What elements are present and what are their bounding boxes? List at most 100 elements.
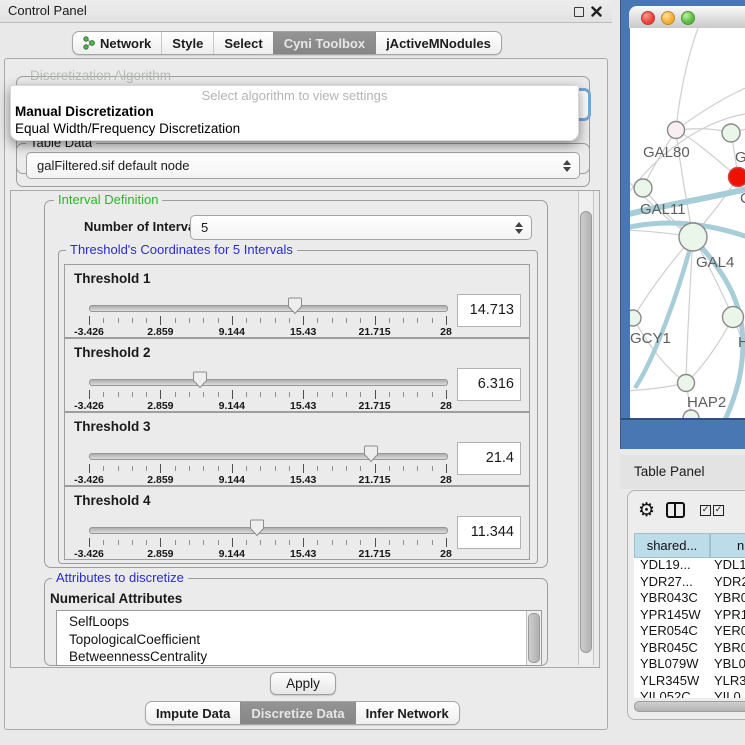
network-window-titlebar[interactable]: [629, 6, 745, 29]
column-header-name[interactable]: n: [710, 533, 745, 558]
popup-option-manual-discretization[interactable]: Manual Discretization: [15, 104, 154, 119]
tab-discretize-data[interactable]: Discretize Data: [240, 702, 354, 724]
tab-impute-data[interactable]: Impute Data: [146, 702, 240, 724]
column-header-shared-name[interactable]: shared...: [634, 533, 710, 558]
list-scrollbar[interactable]: [526, 611, 541, 665]
tick-mark: [89, 538, 90, 547]
list-item[interactable]: TopologicalCoefficient: [57, 631, 541, 649]
tick-label: -3.426: [74, 326, 104, 338]
tab-cyni-toolbox[interactable]: Cyni Toolbox: [273, 32, 375, 54]
vertical-scrollbar-thumb[interactable]: [580, 211, 592, 653]
slider-handle[interactable]: [192, 371, 208, 389]
threshold-value-field[interactable]: 21.4: [457, 442, 521, 475]
tab-select[interactable]: Select: [213, 32, 272, 54]
threshold-label: Threshold 3: [74, 419, 151, 434]
node-gal11[interactable]: [634, 179, 652, 197]
slider-track[interactable]: [89, 527, 448, 534]
close-icon[interactable]: [591, 6, 602, 17]
tick-mark: [432, 540, 433, 545]
table-row[interactable]: YLR345W YLR3: [634, 673, 745, 690]
tick-mark: [218, 318, 219, 323]
threshold-slider[interactable]: -3.4262.8599.14415.4321.71528: [89, 525, 446, 555]
node-pink[interactable]: [668, 122, 685, 139]
node-green-right[interactable]: [723, 307, 744, 328]
tick-mark: [132, 318, 133, 323]
table-row[interactable]: YBR045C YBR0: [634, 640, 745, 657]
popup-option-equal-width-frequency[interactable]: Equal Width/Frequency Discretization: [15, 121, 240, 136]
close-traffic-light-icon[interactable]: [641, 11, 655, 25]
threshold-value-field[interactable]: 11.344: [457, 516, 521, 549]
tick-mark: [132, 466, 133, 471]
table-row[interactable]: YBR043C YBR0: [634, 590, 745, 607]
table-panel-title: Table Panel: [634, 464, 705, 479]
node-hap2[interactable]: [678, 375, 695, 392]
node-gcy1[interactable]: [630, 310, 641, 326]
tab-jactivemnodules[interactable]: jActiveMNodules: [375, 32, 501, 54]
cell-shared-name: YLR345W: [640, 673, 699, 690]
threshold-slider[interactable]: -3.4262.8599.14415.4321.71528: [89, 377, 446, 407]
tick-mark: [103, 540, 104, 545]
tick-mark: [389, 466, 390, 471]
node-gal4[interactable]: [679, 223, 707, 251]
table-data-combobox[interactable]: galFiltered.sif default node: [26, 152, 580, 179]
node-label-gal11: GAL11: [640, 201, 686, 218]
tick-mark: [175, 466, 176, 471]
tick-label: 2.859: [147, 326, 173, 338]
apply-button[interactable]: Apply: [270, 672, 336, 695]
tab-network[interactable]: Network: [73, 32, 161, 54]
table-row[interactable]: YBL079W YBL0: [634, 656, 745, 673]
zoom-traffic-light-icon[interactable]: [681, 11, 695, 25]
node-bottom-clipped[interactable]: [683, 410, 699, 418]
table-row[interactable]: YDR27... YDR2: [634, 574, 745, 591]
gear-icon[interactable]: ⚙: [638, 499, 655, 521]
threshold-value: 14.713: [470, 302, 514, 318]
slider-handle[interactable]: [287, 297, 303, 315]
network-canvas[interactable]: GAL80 G. GAL11 C GAL4 GCY1 H HAP2: [630, 28, 745, 418]
table-row[interactable]: YER054C YER0: [634, 623, 745, 640]
list-scrollbar-thumb[interactable]: [528, 613, 540, 663]
tick-mark: [89, 390, 90, 399]
columns-icon[interactable]: [666, 502, 685, 518]
slider-track[interactable]: [89, 305, 448, 312]
horizontal-scrollbar-thumb[interactable]: [634, 701, 745, 712]
tick-mark: [189, 466, 190, 471]
tab-style[interactable]: Style: [161, 32, 213, 54]
tab-infer-network[interactable]: Infer Network: [355, 702, 459, 724]
node-green[interactable]: [722, 124, 740, 142]
tick-mark: [346, 540, 347, 545]
tick-label: -3.426: [74, 400, 104, 412]
network-window-frame[interactable]: GAL80 G. GAL11 C GAL4 GCY1 H HAP2: [620, 0, 745, 449]
threshold-value-field[interactable]: 6.316: [457, 368, 521, 401]
list-item[interactable]: SelfLoops: [57, 613, 541, 631]
tick-mark: [303, 464, 304, 473]
number-of-intervals-combobox[interactable]: 5: [190, 215, 532, 240]
checkbox-select-none-icon[interactable]: ✓: [713, 505, 724, 516]
table-row[interactable]: YPR145W YPR1: [634, 607, 745, 624]
tab-network-label: Network: [100, 36, 151, 51]
table-row[interactable]: YDL19... YDL1: [634, 557, 745, 574]
slider-track[interactable]: [89, 453, 448, 460]
threshold-slider[interactable]: -3.4262.8599.14415.4321.71528: [89, 303, 446, 333]
table-row[interactable]: YIL052C YIL0: [634, 689, 745, 698]
float-window-icon[interactable]: [574, 7, 584, 17]
minimize-traffic-light-icon[interactable]: [661, 11, 675, 25]
slider-scale: -3.4262.8599.14415.4321.71528: [89, 400, 446, 412]
slider-track[interactable]: [89, 379, 448, 386]
tick-mark: [132, 392, 133, 397]
threshold-slider[interactable]: -3.4262.8599.14415.4321.71528: [89, 451, 446, 481]
numerical-attributes-list[interactable]: SelfLoopsTopologicalCoefficientBetweenne…: [56, 610, 542, 666]
horizontal-scrollbar[interactable]: [634, 700, 745, 712]
cell-name: YDR2: [714, 574, 745, 591]
tick-mark: [303, 390, 304, 399]
node-table: shared... n YDL19... YDL1 YDR27... YDR2 …: [634, 533, 745, 698]
list-item[interactable]: BetweennessCentrality: [57, 648, 541, 666]
checkbox-select-all-icon[interactable]: ✓: [700, 505, 711, 516]
threshold-value-field[interactable]: 14.713: [457, 294, 521, 327]
vertical-scrollbar[interactable]: [578, 191, 594, 665]
slider-handle[interactable]: [363, 445, 379, 463]
slider-handle[interactable]: [249, 519, 265, 537]
tick-mark: [346, 466, 347, 471]
tick-mark: [246, 540, 247, 545]
bottom-tab-bar: Impute Data Discretize Data Infer Networ…: [145, 701, 460, 725]
node-red-selected[interactable]: [729, 168, 745, 187]
